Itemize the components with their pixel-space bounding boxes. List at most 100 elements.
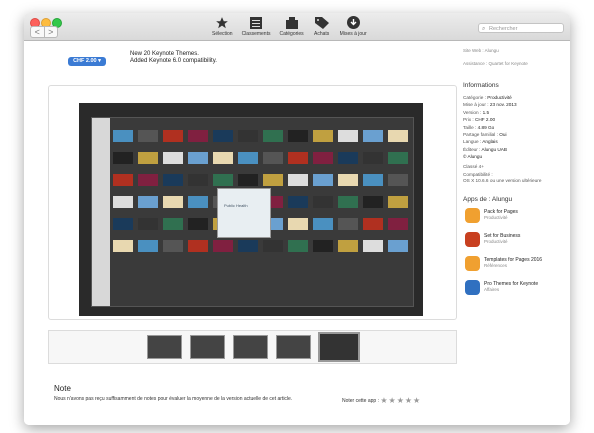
- theme-thumbnail: [113, 218, 133, 231]
- tab-label: Mises à jour: [339, 31, 367, 37]
- thumbnail[interactable]: [190, 335, 225, 359]
- release-note-line: Added Keynote 6.0 compatibility.: [130, 58, 217, 64]
- thumbnail[interactable]: [147, 335, 182, 359]
- thumbnail[interactable]: [276, 335, 311, 359]
- info-value: 4.89 Go: [477, 124, 495, 130]
- theme-thumbnail-image: [163, 218, 183, 230]
- thumbnail-active[interactable]: [318, 332, 360, 362]
- theme-thumbnail: [313, 240, 333, 253]
- theme-thumbnail-image: [338, 218, 358, 230]
- tab-achats[interactable]: Achats: [313, 15, 331, 37]
- screenshot-sidebar: [92, 118, 110, 306]
- info-value: Oui: [499, 132, 507, 137]
- theme-thumbnail: [263, 130, 283, 143]
- theme-thumbnail: [188, 152, 208, 165]
- theme-thumbnail-image: [238, 130, 258, 142]
- theme-thumbnail-image: [188, 152, 208, 164]
- theme-thumbnail: [288, 130, 308, 143]
- back-button[interactable]: <: [31, 27, 44, 37]
- info-row: © Alungu: [463, 154, 482, 159]
- info-row: Version : 1.5: [463, 110, 489, 115]
- theme-thumbnail-image: [388, 240, 408, 252]
- app-icon: [465, 256, 480, 271]
- theme-thumbnail-image: [113, 152, 133, 164]
- theme-thumbnail: [138, 152, 158, 165]
- app-screenshot[interactable]: Public Health: [79, 103, 423, 316]
- theme-thumbnail: [188, 240, 208, 253]
- related-app-item[interactable]: Templates for Pages 2016 Références: [463, 256, 563, 274]
- theme-thumbnail: [138, 196, 158, 209]
- theme-thumbnail: [138, 218, 158, 231]
- theme-thumbnail: [313, 196, 333, 209]
- theme-thumbnail: [363, 152, 383, 165]
- info-value: Alungu UAB: [481, 146, 508, 152]
- theme-thumbnail: [363, 130, 383, 143]
- theme-thumbnail: [388, 152, 408, 165]
- star-rating-input[interactable]: ★★★★★: [380, 396, 421, 405]
- forward-button[interactable]: >: [43, 27, 58, 37]
- related-app-item[interactable]: Pro Themes for Keynote Affaires: [463, 280, 563, 298]
- search-placeholder: Rechercher: [489, 26, 518, 32]
- app-icon: [465, 232, 480, 247]
- theme-preview-dialog: Public Health: [217, 188, 271, 238]
- note-title: Note: [54, 384, 71, 393]
- screenshot-window: Public Health: [91, 117, 414, 307]
- theme-thumbnail-image: [363, 174, 383, 186]
- theme-thumbnail: [363, 240, 383, 253]
- theme-thumbnail-image: [138, 240, 158, 252]
- theme-thumbnail-image: [338, 174, 358, 186]
- theme-thumbnail: [188, 196, 208, 209]
- related-app-item[interactable]: Pack for Pages Productivité: [463, 208, 563, 226]
- app-category: Affaires: [484, 287, 500, 292]
- theme-thumbnail-image: [238, 240, 258, 252]
- tab-categories[interactable]: Catégories: [279, 15, 304, 37]
- tab-selection[interactable]: Sélection: [212, 15, 233, 37]
- theme-thumbnail: [113, 240, 133, 253]
- theme-thumbnail: [138, 174, 158, 187]
- theme-thumbnail: [113, 174, 133, 187]
- star-icon: [213, 15, 231, 30]
- info-value: Productivité: [487, 95, 512, 100]
- support-link[interactable]: Assistance : Quartet for Keynote: [463, 61, 528, 66]
- theme-thumbnail: [113, 196, 133, 209]
- theme-thumbnail: [363, 196, 383, 209]
- theme-thumbnail-image: [188, 130, 208, 142]
- theme-thumbnail: [238, 152, 258, 165]
- theme-thumbnail-image: [163, 130, 183, 142]
- theme-thumbnail-image: [338, 152, 358, 164]
- theme-thumbnail: [238, 130, 258, 143]
- theme-thumbnail-image: [213, 130, 233, 142]
- tab-mises-a-jour[interactable]: Mises à jour: [340, 15, 367, 37]
- theme-thumbnail-image: [113, 130, 133, 142]
- info-value: CHF 2.00: [475, 117, 496, 123]
- theme-thumbnail-image: [138, 174, 158, 186]
- info-label: Version :: [463, 109, 482, 115]
- theme-thumbnail-image: [188, 240, 208, 252]
- theme-thumbnail: [213, 152, 233, 165]
- related-app-item[interactable]: Set for Business Productivité: [463, 232, 563, 250]
- tab-classements[interactable]: Classements: [242, 15, 270, 37]
- thumbnail[interactable]: [233, 335, 268, 359]
- theme-thumbnail: [388, 196, 408, 209]
- theme-thumbnail-image: [213, 152, 233, 164]
- theme-thumbnail: [313, 130, 333, 143]
- theme-thumbnail-image: [163, 174, 183, 186]
- theme-thumbnail-image: [288, 240, 308, 252]
- website-link[interactable]: Site Web : Alungu: [463, 48, 499, 53]
- theme-thumbnail-image: [288, 174, 308, 186]
- buy-button[interactable]: CHF 2.00 ▾: [68, 57, 106, 66]
- tag-icon: [313, 15, 331, 30]
- theme-thumbnail-image: [288, 196, 308, 208]
- app-category: Références: [484, 263, 508, 268]
- box-icon: [283, 15, 301, 30]
- info-row: Langue : Anglais: [463, 139, 498, 144]
- right-sidebar: Site Web : Alungu Assistance : Quartet f…: [463, 41, 570, 425]
- search-input[interactable]: ⌕ Rechercher: [478, 23, 564, 33]
- info-row: Taille : 4.89 Go: [463, 125, 494, 130]
- release-note-line: New 20 Keynote Themes.: [130, 51, 199, 57]
- theme-thumbnail: [188, 130, 208, 143]
- info-row: Éditeur : Alungu UAB: [463, 147, 507, 152]
- info-value: Anglais: [482, 139, 498, 145]
- info-label: Éditeur :: [463, 146, 481, 152]
- theme-thumbnail-image: [113, 174, 133, 186]
